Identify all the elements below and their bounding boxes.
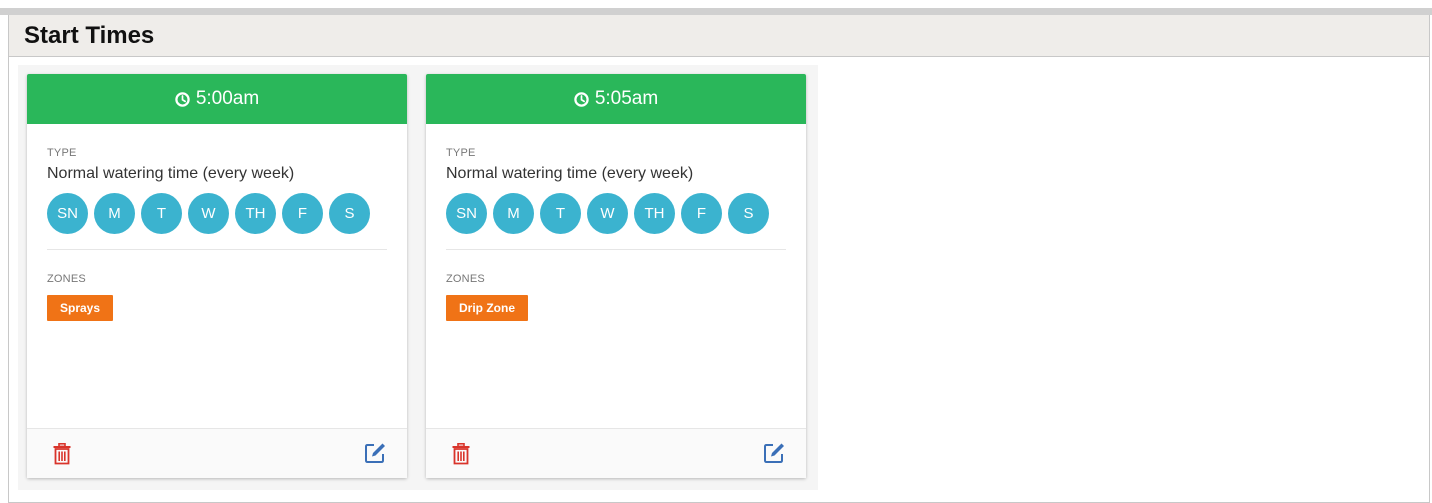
type-label: TYPE bbox=[446, 147, 476, 159]
start-time-card: 5:00am TYPE Normal watering time (every … bbox=[27, 74, 407, 478]
day-tuesday: T bbox=[540, 193, 581, 234]
type-value: Normal watering time (every week) bbox=[47, 165, 295, 182]
start-time-card: 5:05am TYPE Normal watering time (every … bbox=[426, 74, 806, 478]
day-monday: M bbox=[94, 193, 135, 234]
card-footer bbox=[27, 428, 407, 478]
day-thursday: TH bbox=[235, 193, 276, 234]
day-tuesday: T bbox=[141, 193, 182, 234]
day-sunday: SN bbox=[47, 193, 88, 234]
panel-title: Start Times bbox=[24, 21, 155, 49]
start-time-value: 5:05am bbox=[594, 88, 659, 109]
day-wednesday: W bbox=[587, 193, 628, 234]
zones-label: ZONES bbox=[47, 273, 86, 285]
day-saturday: S bbox=[728, 193, 769, 234]
card-body: TYPE Normal watering time (every week) S… bbox=[27, 124, 407, 321]
trash-icon[interactable] bbox=[52, 443, 72, 465]
clock-icon bbox=[574, 91, 589, 107]
clock-icon bbox=[175, 91, 190, 107]
zone-tag: Drip Zone bbox=[446, 295, 528, 321]
start-times-panel: Start Times 5:00am TYPE Normal watering … bbox=[8, 15, 1430, 503]
divider bbox=[446, 249, 786, 250]
zones-label: ZONES bbox=[446, 273, 485, 285]
cards-area: 5:00am TYPE Normal watering time (every … bbox=[18, 65, 818, 490]
edit-icon[interactable] bbox=[363, 441, 387, 465]
day-friday: F bbox=[282, 193, 323, 234]
day-list: SN M T W TH F S bbox=[446, 193, 786, 234]
start-time-value: 5:00am bbox=[195, 88, 260, 109]
day-sunday: SN bbox=[446, 193, 487, 234]
card-header: 5:05am bbox=[426, 74, 806, 124]
day-friday: F bbox=[681, 193, 722, 234]
type-value: Normal watering time (every week) bbox=[446, 165, 694, 182]
trash-icon[interactable] bbox=[451, 443, 471, 465]
day-thursday: TH bbox=[634, 193, 675, 234]
top-accent-bar bbox=[0, 8, 1432, 15]
card-footer bbox=[426, 428, 806, 478]
card-header: 5:00am bbox=[27, 74, 407, 124]
day-wednesday: W bbox=[188, 193, 229, 234]
day-monday: M bbox=[493, 193, 534, 234]
divider bbox=[47, 249, 387, 250]
panel-header: Start Times bbox=[9, 15, 1429, 57]
edit-icon[interactable] bbox=[762, 441, 786, 465]
zone-tag: Sprays bbox=[47, 295, 114, 321]
day-saturday: S bbox=[329, 193, 370, 234]
card-body: TYPE Normal watering time (every week) S… bbox=[426, 124, 806, 321]
day-list: SN M T W TH F S bbox=[47, 193, 387, 234]
type-label: TYPE bbox=[47, 147, 77, 159]
